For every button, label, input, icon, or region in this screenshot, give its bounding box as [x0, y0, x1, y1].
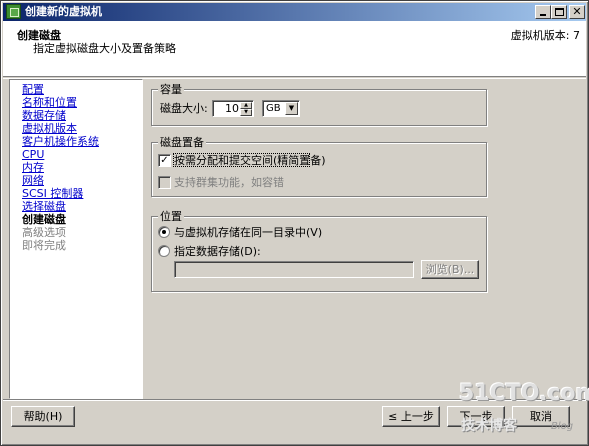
disk-unit-value: GB [266, 103, 281, 114]
back-button[interactable]: ≤ 上一步 [382, 406, 440, 427]
datastore-path-input [174, 261, 414, 278]
wizard-window: 创建新的虚拟机 ✕ 创建磁盘 指定虚拟磁盘大小及置备策略 虚拟机版本: 7 配置… [0, 0, 589, 446]
nav-step-ready-to-complete: 即将完成 [22, 239, 66, 252]
disk-unit-select[interactable]: GB ▼ [262, 100, 300, 117]
thin-provision-label[interactable]: 按需分配和提交空间(精简置备) [174, 154, 326, 167]
thin-provision-checkbox[interactable]: ✓ [158, 154, 171, 167]
close-icon: ✕ [572, 5, 582, 18]
capacity-group: 容量 磁盘大小: 10 ▲ ▼ GB ▼ [151, 83, 487, 126]
minimize-button[interactable] [535, 5, 551, 19]
help-button[interactable]: 帮助(H) [11, 406, 75, 427]
window-title: 创建新的虚拟机 [25, 5, 102, 18]
nav-step-scsi-controller[interactable]: SCSI 控制器 [22, 187, 142, 200]
radio-selected-dot [162, 230, 166, 234]
vm-version-label: 虚拟机版本: 7 [510, 29, 580, 42]
watermark-logo: 51CTO.com [459, 381, 589, 406]
page-subtitle: 指定虚拟磁盘大小及置备策略 [33, 42, 176, 55]
disk-size-label: 磁盘大小: [160, 102, 208, 115]
close-button[interactable]: ✕ [569, 5, 585, 19]
nav-step-network[interactable]: 网络 [22, 174, 142, 187]
minimize-icon [540, 14, 546, 16]
nav-step-cpu[interactable]: CPU [22, 148, 142, 161]
same-dir-label[interactable]: 与虚拟机存储在同一目录中(V) [174, 226, 322, 239]
maximize-icon [555, 8, 564, 16]
cluster-support-label: 支持群集功能，如容错 [174, 176, 284, 189]
cluster-support-checkbox [158, 176, 171, 189]
nav-step-select-disk[interactable]: 选择磁盘 [22, 200, 142, 213]
maximize-button[interactable] [551, 5, 567, 19]
site-watermark: 51CTO.com 技术博客 Blog [455, 381, 589, 443]
location-legend: 位置 [158, 210, 184, 223]
nav-step-advanced-options: 高级选项 [22, 226, 66, 239]
wizard-header: 创建磁盘 指定虚拟磁盘大小及置备策略 虚拟机版本: 7 [3, 21, 586, 77]
nav-step-memory[interactable]: 内存 [22, 161, 142, 174]
title-bar[interactable]: 创建新的虚拟机 ✕ [3, 3, 586, 21]
nav-step-config[interactable]: 配置 [22, 83, 142, 96]
stepper-down-icon[interactable]: ▼ [240, 109, 252, 116]
disk-size-stepper[interactable]: 10 ▲ ▼ [212, 100, 254, 117]
vm-app-icon [6, 4, 21, 19]
provisioning-group: 磁盘置备 ✓ 按需分配和提交空间(精简置备) 支持群集功能，如容错 [151, 136, 487, 197]
check-icon: ✓ [160, 155, 169, 166]
browse-button: 浏览(B)... [421, 260, 479, 279]
specify-datastore-label[interactable]: 指定数据存储(D): [174, 245, 261, 258]
chevron-down-icon[interactable]: ▼ [285, 102, 298, 115]
disk-size-value: 10 [225, 102, 239, 115]
stepper-arrows: ▲ ▼ [240, 102, 252, 116]
provisioning-legend: 磁盘置备 [158, 136, 206, 149]
watermark-blog: Blog [551, 421, 574, 432]
nav-step-guest-os[interactable]: 客户机操作系统 [22, 135, 142, 148]
nav-step-create-disk: 创建磁盘 [22, 213, 66, 226]
specify-datastore-radio[interactable] [158, 245, 170, 257]
nav-step-vm-version[interactable]: 虚拟机版本 [22, 122, 142, 135]
wizard-steps-nav: 配置 名称和位置 数据存储 虚拟机版本 客户机操作系统 CPU 内存 网络 SC… [9, 79, 143, 399]
nav-step-name-location[interactable]: 名称和位置 [22, 96, 142, 109]
same-dir-radio[interactable] [158, 226, 170, 238]
stepper-up-icon[interactable]: ▲ [240, 102, 252, 109]
watermark-subtitle: 技术博客 [461, 418, 517, 434]
location-group: 位置 与虚拟机存储在同一目录中(V) 指定数据存储(D): 浏览(B)... [151, 210, 487, 292]
nav-step-datastore[interactable]: 数据存储 [22, 109, 142, 122]
capacity-legend: 容量 [158, 83, 184, 96]
